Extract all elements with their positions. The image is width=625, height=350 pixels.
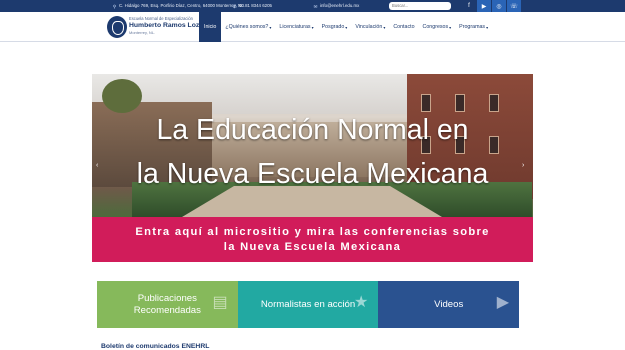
document-icon: ▤: [212, 294, 228, 311]
whatsapp-icon[interactable]: ☏: [507, 0, 521, 12]
top-info-bar: ⚲ C. Hidalgo 769, Esq. Porfirio Díaz, Cen…: [0, 0, 625, 12]
location-pin-icon: ⚲: [112, 4, 117, 9]
phone-value: 00 81 8344 6205: [239, 3, 272, 8]
nav-item-quienes-somos[interactable]: ¿Quiénes somos? ▾: [221, 12, 275, 42]
nav-label: Licenciaturas: [279, 24, 311, 30]
address-value: C. Hidalgo 769, Esq. Porfirio Díaz, Cent…: [119, 3, 245, 8]
instagram-icon[interactable]: ◎: [492, 0, 506, 12]
nav-label: Congresos: [422, 24, 449, 30]
chevron-down-icon: ▾: [269, 24, 272, 30]
envelope-icon: ✉: [313, 4, 318, 9]
tile-label: Publicaciones Recomendadas: [133, 293, 201, 316]
school-logo-emblem[interactable]: [107, 16, 127, 38]
tile-videos[interactable]: Videos ▶: [378, 281, 520, 328]
nav-label: Posgrado: [321, 24, 345, 30]
nav-item-programas[interactable]: Programas ▾: [455, 12, 492, 42]
hero-title-line-2: la Nueva Escuela Mexicana: [136, 158, 489, 190]
tile-publicaciones[interactable]: Publicaciones Recomendadas ▤: [97, 281, 238, 328]
hero-slider[interactable]: La Educación Normal en la Nueva Escuela …: [92, 74, 533, 217]
facebook-icon[interactable]: f: [462, 0, 476, 12]
nav-label: Vinculación: [355, 24, 383, 30]
nav-item-contacto[interactable]: Contacto: [389, 12, 418, 42]
hero-photo-window: [455, 94, 465, 112]
banner-line-2: la Nueva Escuela Mexicana: [223, 241, 402, 253]
email-value: info@enehrl.edu.mx: [320, 3, 360, 8]
main-nav: Inicio ¿Quiénes somos? ▾ Licenciaturas ▾ P…: [199, 12, 492, 42]
nav-label: Contacto: [393, 24, 415, 30]
tile-normalistas[interactable]: Normalistas en acción ★: [237, 281, 379, 328]
tile-label: Normalistas en acción: [260, 298, 356, 310]
hero-photo-window: [421, 94, 431, 112]
tile-label: Videos: [434, 298, 464, 310]
chevron-down-icon: ▾: [345, 24, 348, 30]
hero-photo-window: [489, 94, 499, 112]
nav-item-posgrado[interactable]: Posgrado ▾: [318, 12, 352, 42]
bulletin-heading[interactable]: Boletín de comunicados ENEHRL: [101, 343, 209, 350]
nav-label: Programas: [459, 24, 486, 30]
phone-text: ✆ 00 81 8344 6205: [232, 3, 272, 9]
chevron-down-icon: ▾: [449, 24, 452, 30]
banner-line-1: Entra aquí al micrositio y mira las conf…: [135, 226, 490, 238]
chevron-down-icon: ▾: [311, 24, 314, 30]
nav-item-congresos[interactable]: Congresos ▾: [419, 12, 456, 42]
video-camera-icon: ▶: [496, 294, 510, 311]
search-input[interactable]: [389, 2, 451, 10]
nav-item-licenciaturas[interactable]: Licenciaturas ▾: [275, 12, 317, 42]
slider-next-arrow-icon[interactable]: ›: [522, 162, 524, 169]
slider-prev-arrow-icon[interactable]: ‹: [96, 162, 98, 169]
feature-tiles: Publicaciones Recomendadas ▤ Normalistas…: [97, 281, 520, 328]
email-link[interactable]: ✉ info@enehrl.edu.mx: [313, 3, 360, 9]
nav-item-inicio[interactable]: Inicio: [199, 12, 222, 42]
microsite-banner[interactable]: Entra aquí al micrositio y mira las conf…: [92, 217, 533, 262]
site-header: Escuela Normal de Especialización Humber…: [0, 12, 625, 42]
nav-label: ¿Quiénes somos?: [225, 24, 269, 30]
hero-photo-tree: [102, 79, 142, 113]
nav-label: Inicio: [204, 24, 217, 30]
address-text: ⚲ C. Hidalgo 769, Esq. Porfirio Díaz, Cen…: [112, 3, 245, 9]
nav-item-vinculacion[interactable]: Vinculación ▾: [351, 12, 389, 42]
phone-icon: ✆: [232, 4, 237, 9]
hero-title-line-1: La Educación Normal en: [156, 114, 469, 146]
star-icon: ★: [354, 294, 369, 311]
youtube-icon[interactable]: ▶: [477, 0, 491, 12]
chevron-down-icon: ▾: [486, 24, 489, 30]
chevron-down-icon: ▾: [383, 24, 386, 30]
